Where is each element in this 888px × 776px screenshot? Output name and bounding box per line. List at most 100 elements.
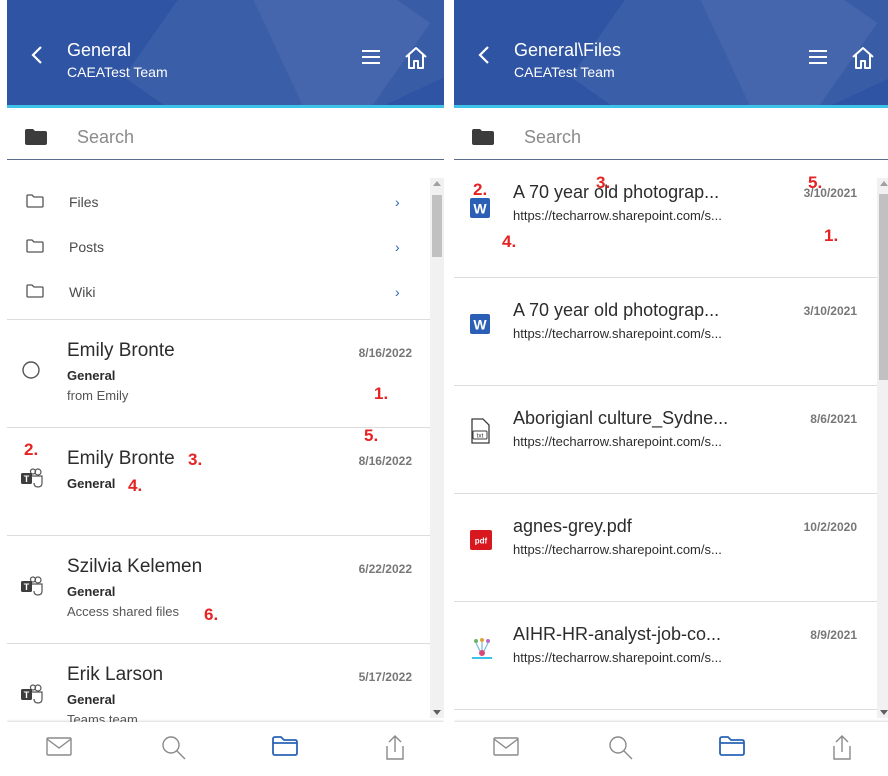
- scroll-thumb[interactable]: [879, 194, 888, 380]
- folder-label: Posts: [69, 239, 105, 255]
- search-icon: [162, 736, 186, 760]
- chevron-left-icon: [31, 46, 42, 64]
- header: General\Files CAEATest Team: [454, 0, 888, 108]
- share-icon: [386, 735, 404, 760]
- item-title: Erik Larson: [67, 664, 164, 685]
- item-date: 6/22/2022: [358, 562, 412, 576]
- item-channel: General: [67, 692, 116, 707]
- pdf-icon: pdf: [470, 530, 492, 550]
- file-url: https://techarrow.sharepoint.com/s...: [513, 326, 722, 341]
- annotation-marker: 4.: [128, 476, 143, 495]
- annotation-marker: 1.: [374, 384, 389, 403]
- folder-icon: [272, 736, 298, 756]
- item-channel: General: [67, 584, 116, 599]
- scrollbar[interactable]: [430, 178, 444, 718]
- back-button[interactable]: [472, 40, 496, 70]
- home-icon: [405, 47, 427, 69]
- txt-letter: txt: [477, 433, 484, 440]
- result-list: Files › Posts › Wiki › Emily Bronte Gene…: [7, 170, 444, 723]
- left-panel: General CAEATest Team Search Files › Pos…: [7, 0, 444, 776]
- annotation-marker: 4.: [502, 232, 517, 251]
- scrollbar[interactable]: [877, 178, 888, 718]
- search-icon: [609, 736, 633, 760]
- folder-outline-icon: [26, 194, 44, 208]
- word-letter: W: [473, 317, 487, 333]
- scroll-down-arrow[interactable]: [433, 710, 441, 715]
- share-nav-button[interactable]: [383, 734, 413, 764]
- files-nav-button[interactable]: [271, 734, 301, 764]
- search-input[interactable]: Search: [524, 127, 581, 148]
- scroll-thumb[interactable]: [432, 195, 442, 257]
- item-channel: General: [67, 368, 116, 383]
- share-nav-button[interactable]: [830, 734, 860, 764]
- home-button[interactable]: [403, 45, 429, 71]
- word-icon: W: [470, 314, 490, 334]
- file-item[interactable]: AIHR-HR-analyst-job-co... https://techar…: [454, 602, 877, 710]
- file-title: agnes-grey.pdf: [513, 516, 632, 536]
- file-date: 8/9/2021: [810, 628, 857, 642]
- file-title: A 70 year old photograp...: [513, 182, 720, 202]
- file-url: https://techarrow.sharepoint.com/s...: [513, 434, 722, 449]
- file-item[interactable]: pdf agnes-grey.pdf https://techarrow.sha…: [454, 494, 877, 602]
- mail-nav-button[interactable]: [492, 734, 522, 764]
- annotation-marker: 6.: [204, 605, 219, 624]
- folder-label: Files: [69, 194, 99, 210]
- search-bar[interactable]: Search: [454, 110, 888, 160]
- annotation-marker: 5.: [364, 426, 379, 445]
- file-title: Aborigianl culture_Sydne...: [513, 408, 729, 428]
- mail-icon: [493, 737, 519, 756]
- bottom-nav: [7, 722, 444, 776]
- pdf-letter: pdf: [475, 537, 488, 546]
- file-url: https://techarrow.sharepoint.com/s...: [513, 542, 722, 557]
- menu-button[interactable]: [807, 47, 833, 73]
- teams-icon: T: [20, 468, 44, 495]
- list-item[interactable]: T Szilvia Kelemen General Access shared …: [7, 535, 430, 643]
- file-title: A 70 year old photograp...: [513, 300, 720, 320]
- image-file-icon: [472, 638, 492, 659]
- menu-button[interactable]: [360, 47, 386, 73]
- chevron-left-icon: [478, 46, 489, 64]
- item-title: Emily Bronte: [67, 448, 175, 469]
- home-button[interactable]: [850, 45, 876, 71]
- mail-nav-button[interactable]: [45, 734, 75, 764]
- folder-icon: [25, 129, 47, 145]
- scroll-down-arrow[interactable]: [880, 710, 888, 715]
- chevron-right-icon: ›: [395, 239, 400, 255]
- search-nav-button[interactable]: [160, 734, 190, 764]
- bottom-nav: [454, 722, 888, 776]
- share-icon: [833, 735, 851, 760]
- file-title: AIHR-HR-analyst-job-co...: [513, 624, 722, 644]
- hamburger-icon: [362, 50, 380, 64]
- annotation-marker: 2.: [473, 180, 488, 199]
- folder-item-wiki[interactable]: Wiki ›: [7, 268, 427, 314]
- annotation-marker: 1.: [824, 226, 839, 245]
- scroll-up-arrow[interactable]: [433, 181, 441, 186]
- chevron-right-icon: ›: [395, 284, 400, 300]
- back-button[interactable]: [25, 40, 49, 70]
- file-item[interactable]: W A 70 year old photograp... https://tec…: [454, 278, 877, 386]
- folder-icon: [719, 736, 745, 756]
- mail-icon: [46, 737, 72, 756]
- item-date: 5/17/2022: [358, 670, 412, 684]
- file-date: 3/10/2021: [803, 304, 857, 318]
- folder-outline-icon: [26, 239, 44, 253]
- folder-outline-icon: [26, 284, 44, 298]
- list-item[interactable]: T Erik Larson General Teams team 5/17/20…: [7, 643, 430, 723]
- scroll-up-arrow[interactable]: [880, 181, 888, 186]
- teams-letter: T: [24, 582, 30, 592]
- page-subtitle: CAEATest Team: [514, 64, 615, 80]
- search-nav-button[interactable]: [607, 734, 637, 764]
- circle-icon: [22, 361, 40, 379]
- list-item[interactable]: Emily Bronte General from Emily 8/16/202…: [7, 319, 430, 427]
- chevron-right-icon: ›: [395, 194, 400, 210]
- search-bar[interactable]: Search: [7, 110, 444, 160]
- page-subtitle: CAEATest Team: [67, 64, 168, 80]
- folder-item-posts[interactable]: Posts ›: [7, 223, 427, 269]
- file-url: https://techarrow.sharepoint.com/s...: [513, 208, 722, 223]
- file-item[interactable]: txt Aborigianl culture_Sydne... https://…: [454, 386, 877, 494]
- search-input[interactable]: Search: [77, 127, 134, 148]
- item-date: 8/16/2022: [358, 346, 412, 360]
- files-nav-button[interactable]: [718, 734, 748, 764]
- folder-item-files[interactable]: Files ›: [7, 178, 427, 224]
- item-date: 8/16/2022: [358, 454, 412, 468]
